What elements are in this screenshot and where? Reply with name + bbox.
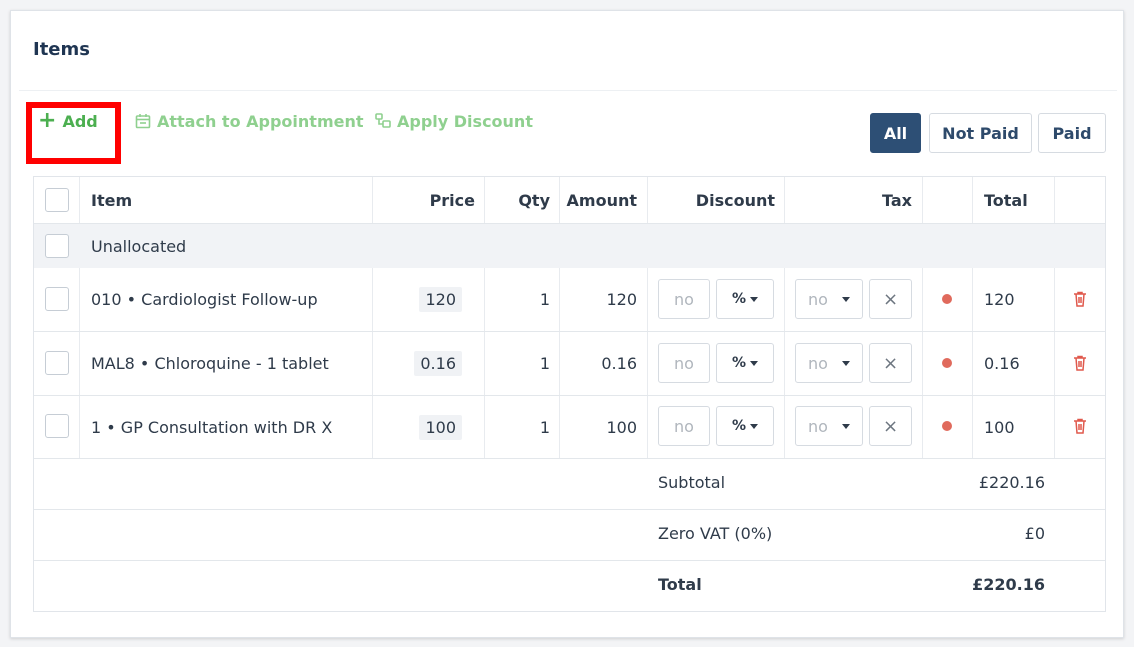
clear-tax-button[interactable]: ×: [869, 406, 912, 446]
item-name: 1 • GP Consultation with DR X: [91, 417, 333, 437]
filter-not-paid-button[interactable]: Not Paid: [929, 113, 1032, 153]
header-discount: Discount: [695, 190, 775, 210]
vat-value: £0: [1024, 524, 1045, 543]
header-item: Item: [91, 190, 133, 210]
tax-placeholder: no: [808, 289, 828, 309]
close-icon: ×: [882, 352, 899, 374]
subtotal-label: Subtotal: [658, 473, 726, 492]
panel-title: Items: [33, 39, 90, 60]
group-row: Unallocated: [34, 224, 1105, 268]
table-row: 1 • GP Consultation with DR X 100 1 100 …: [34, 396, 1105, 458]
row-checkbox[interactable]: [45, 287, 69, 311]
discount-input[interactable]: no: [658, 279, 710, 319]
discount-input[interactable]: no: [658, 343, 710, 383]
discount-type-select[interactable]: %: [716, 279, 774, 319]
group-checkbox[interactable]: [45, 234, 69, 258]
highlight-box: [26, 102, 121, 164]
filter-paid-button[interactable]: Paid: [1038, 113, 1106, 153]
tax-placeholder: no: [808, 353, 828, 373]
filter-all-button[interactable]: All: [870, 113, 921, 153]
qty-value[interactable]: 1: [484, 268, 550, 331]
qty-value[interactable]: 1: [484, 396, 550, 458]
total-value: 100: [984, 417, 1015, 437]
clear-tax-button[interactable]: ×: [869, 343, 912, 383]
attach-label: Attach to Appointment: [157, 111, 364, 131]
calendar-icon: [135, 114, 151, 129]
close-icon: ×: [882, 415, 899, 437]
item-name: MAL8 • Chloroquine - 1 tablet: [91, 354, 329, 373]
status-dot-icon: [942, 421, 952, 431]
status-dot-icon: [942, 358, 952, 368]
discount-icon: [375, 113, 391, 128]
total-value: 120: [984, 290, 1015, 309]
trash-icon[interactable]: [1073, 355, 1087, 371]
total-value: 0.16: [984, 354, 1020, 373]
discount-type-label: %: [731, 291, 747, 307]
discount-label: Apply Discount: [397, 111, 533, 131]
subtotal-row: Subtotal £220.16: [34, 459, 1105, 509]
trash-icon[interactable]: [1073, 291, 1087, 307]
caret-down-icon: [841, 296, 850, 302]
vat-row: Zero VAT (0%) £0: [34, 510, 1105, 560]
attach-to-appointment-button[interactable]: Attach to Appointment: [135, 109, 364, 133]
price-value[interactable]: 0.16: [414, 351, 462, 376]
item-name: 010 • Cardiologist Follow-up: [91, 290, 318, 309]
items-table: Item Price Qty Amount Discount Tax Total…: [33, 176, 1106, 612]
clear-tax-button[interactable]: ×: [869, 279, 912, 319]
row-checkbox[interactable]: [45, 351, 69, 375]
discount-type-select[interactable]: %: [716, 406, 774, 446]
subtotal-value: £220.16: [978, 473, 1045, 492]
caret-down-icon: [750, 423, 759, 429]
amount-value: 100: [606, 417, 637, 437]
table-row: 010 • Cardiologist Follow-up 120 1 120 n…: [34, 268, 1105, 331]
caret-down-icon: [841, 423, 850, 429]
caret-down-icon: [841, 360, 850, 366]
group-label: Unallocated: [91, 236, 187, 256]
amount-value: 120: [606, 290, 637, 309]
total-row: Total £220.16: [34, 561, 1105, 611]
select-all-checkbox[interactable]: [45, 188, 69, 212]
header-qty: Qty: [518, 190, 550, 210]
amount-value: 0.16: [601, 354, 637, 373]
status-dot-icon: [942, 294, 952, 304]
header-amount: Amount: [566, 190, 637, 210]
caret-down-icon: [750, 360, 759, 366]
tax-select[interactable]: no: [795, 406, 863, 446]
total-label: Total: [658, 575, 702, 594]
total-summary-value: £220.16: [972, 575, 1045, 594]
header-total: Total: [984, 190, 1028, 210]
tax-select[interactable]: no: [795, 279, 863, 319]
discount-type-select[interactable]: %: [716, 343, 774, 383]
tax-placeholder: no: [808, 416, 828, 436]
table-row: MAL8 • Chloroquine - 1 tablet 0.16 1 0.1…: [34, 332, 1105, 395]
header-tax: Tax: [882, 190, 912, 210]
close-icon: ×: [882, 288, 899, 310]
price-value[interactable]: 100: [419, 414, 462, 440]
price-value[interactable]: 120: [419, 287, 462, 312]
tax-select[interactable]: no: [795, 343, 863, 383]
header-price: Price: [429, 190, 475, 210]
trash-icon[interactable]: [1073, 418, 1087, 434]
table-header-row: Item Price Qty Amount Discount Tax Total: [34, 177, 1105, 223]
qty-value[interactable]: 1: [484, 332, 550, 395]
discount-type-label: %: [731, 355, 747, 371]
row-checkbox[interactable]: [45, 414, 69, 438]
caret-down-icon: [750, 296, 759, 302]
discount-input[interactable]: no: [658, 406, 710, 446]
vat-label: Zero VAT (0%): [658, 524, 773, 543]
discount-type-label: %: [731, 418, 747, 434]
panel-header: Items: [19, 11, 1117, 91]
apply-discount-button[interactable]: Apply Discount: [375, 109, 533, 133]
